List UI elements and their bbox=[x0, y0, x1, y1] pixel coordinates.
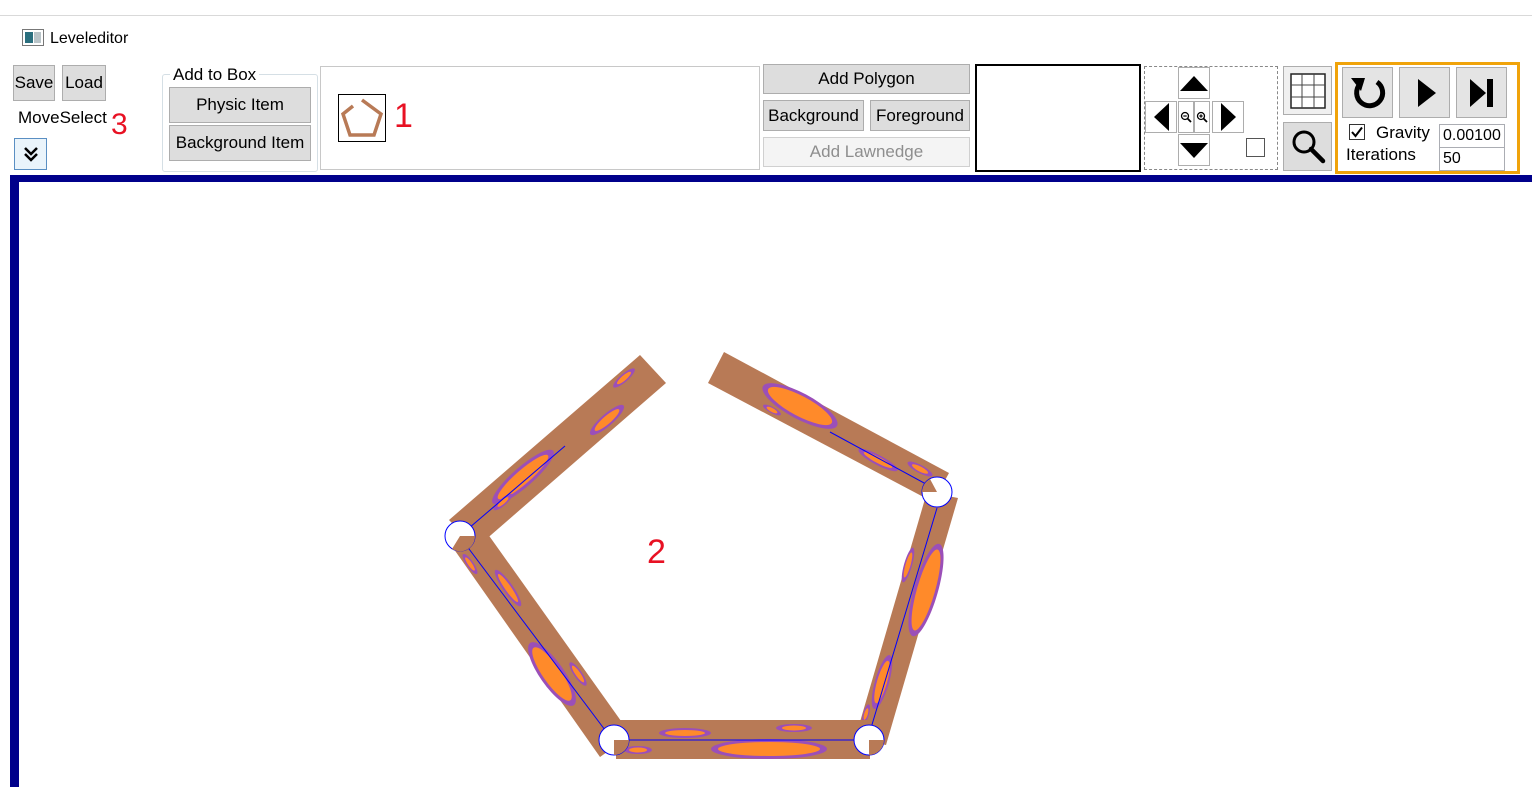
plank-bottom[interactable] bbox=[616, 720, 870, 759]
plank-right[interactable] bbox=[855, 492, 958, 745]
annotation-2: 2 bbox=[647, 533, 666, 571]
plank-upper-right[interactable] bbox=[708, 352, 949, 502]
joint-top-right[interactable] bbox=[921, 476, 953, 508]
joint-bottom-right[interactable] bbox=[853, 724, 885, 756]
plank-upper-left[interactable] bbox=[449, 355, 666, 548]
joint-left[interactable] bbox=[444, 520, 476, 552]
plank-left[interactable] bbox=[451, 523, 631, 757]
level-scene[interactable] bbox=[0, 0, 1532, 787]
joint-bottom-left[interactable] bbox=[598, 724, 630, 756]
